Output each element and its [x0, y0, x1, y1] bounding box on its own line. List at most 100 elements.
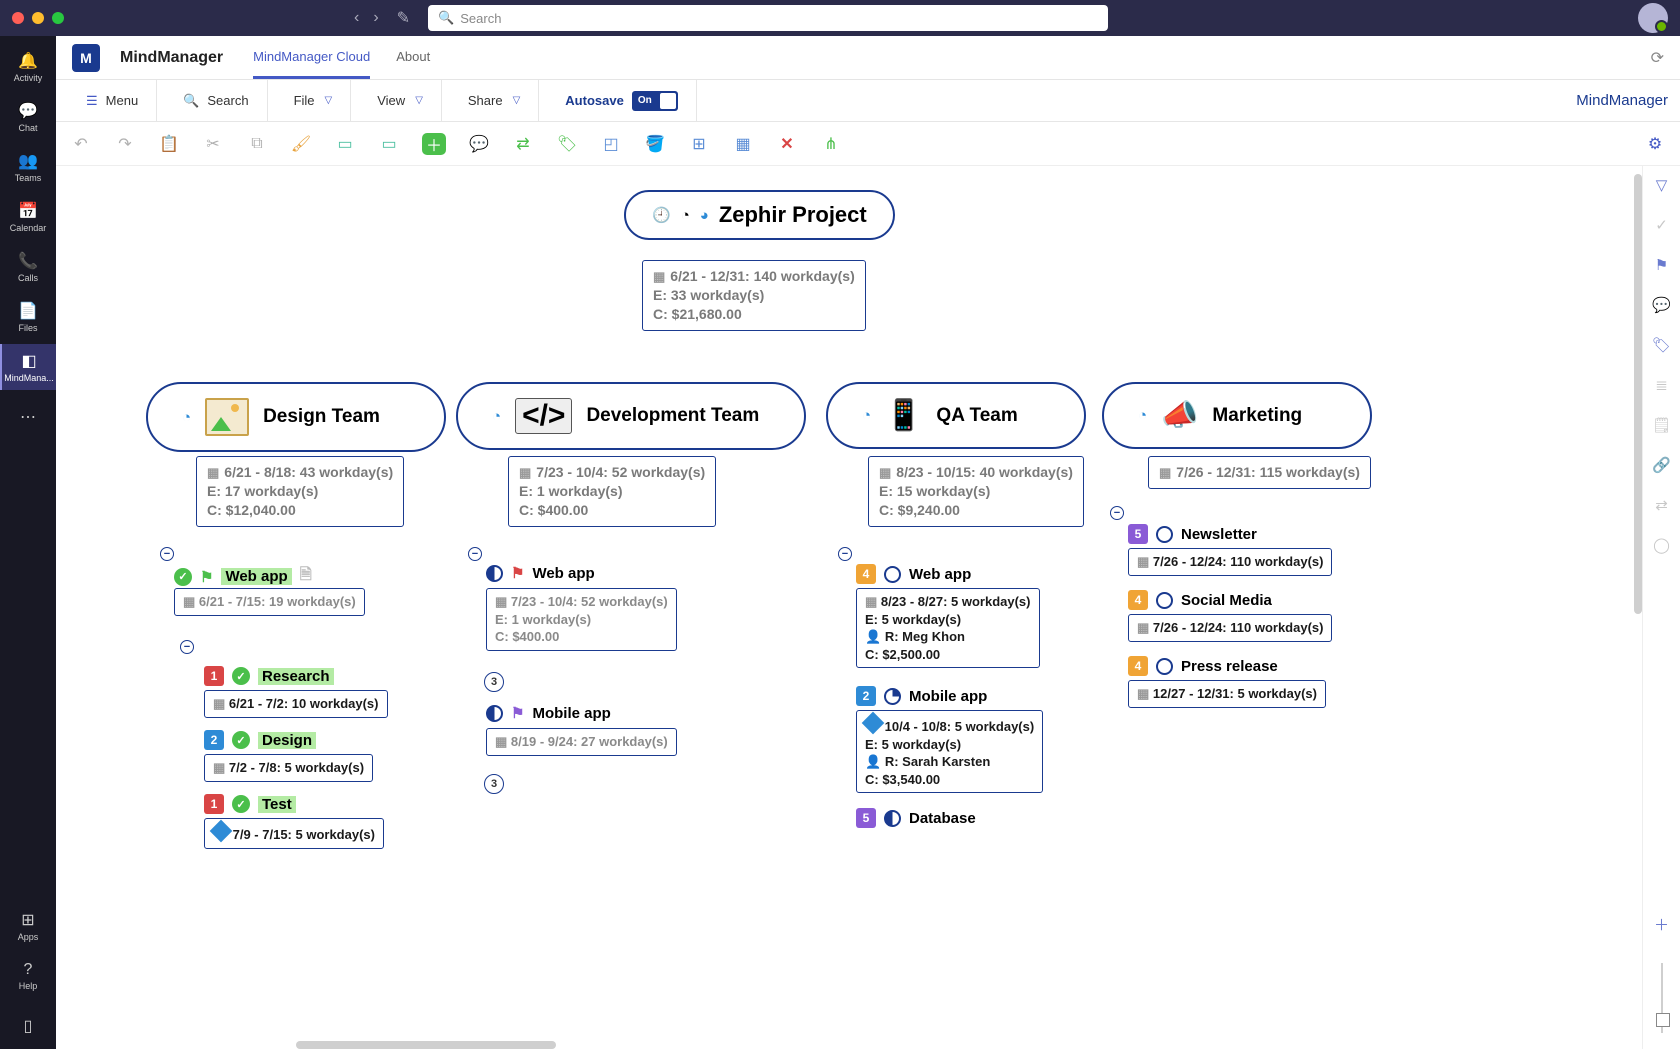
branch-dev[interactable]: ◔ </> Development Team [456, 382, 806, 450]
ribbon-search-button[interactable]: 🔍Search [165, 80, 267, 121]
share-menu[interactable]: Share▽ [450, 80, 539, 121]
task-test[interactable]: 1 ✓ Test [204, 794, 296, 814]
add-topic-icon[interactable]: ＋ [422, 133, 446, 155]
filter-icon[interactable]: ▽ [1656, 176, 1668, 194]
rail-mindmanager[interactable]: ◧MindMana... [0, 344, 56, 390]
task-social[interactable]: 4 Social Media [1128, 590, 1272, 610]
table-icon[interactable]: ▦ [732, 133, 754, 155]
tag-panel-icon[interactable]: 🏷 [1652, 336, 1671, 354]
note-panel-icon[interactable]: 🗒 [1652, 416, 1671, 434]
collapse-button[interactable]: − [1110, 506, 1124, 520]
task-qa-database[interactable]: 5 Database [856, 808, 976, 828]
topic-icon[interactable]: ▭ [334, 133, 356, 155]
settings-icon[interactable]: ⚙ [1644, 133, 1666, 155]
mkt-details: ▦7/26 - 12/31: 115 workday(s) [1148, 456, 1371, 489]
autosave-toggle[interactable]: Autosave On [547, 80, 697, 121]
window-controls[interactable] [12, 12, 64, 24]
rail-help[interactable]: ?Help [0, 953, 56, 999]
nav-forward-icon[interactable]: › [373, 9, 378, 27]
menu-button[interactable]: ☰Menu [68, 80, 157, 121]
task-detail: ▦ 7/2 - 7/8: 5 workday(s) [204, 754, 373, 782]
insert-icon[interactable]: ⊞ [688, 133, 710, 155]
undo-icon[interactable]: ↶ [70, 133, 92, 155]
copy-icon[interactable]: ⧉ [246, 133, 268, 155]
horizontal-scrollbar[interactable] [296, 1041, 556, 1049]
more-icon: ⋯ [20, 407, 36, 427]
compose-icon[interactable]: ✎ [397, 8, 410, 28]
task-icon[interactable]: ⇄ [1655, 496, 1668, 514]
redo-icon[interactable]: ↷ [114, 133, 136, 155]
check-icon[interactable]: ✓ [1655, 216, 1668, 234]
fill-icon[interactable]: 🪣 [644, 133, 666, 155]
collapse-button[interactable]: − [468, 547, 482, 561]
tab-about[interactable]: About [396, 37, 430, 79]
subtopic-icon[interactable]: ▭ [378, 133, 400, 155]
rail-more[interactable]: ⋯ [0, 394, 56, 440]
rail-teams[interactable]: 👥Teams [0, 144, 56, 190]
rail-calls[interactable]: 📞Calls [0, 244, 56, 290]
progress-qtr-icon [884, 688, 901, 705]
task-qa-webapp[interactable]: 4 Web app [856, 564, 971, 584]
boundary-icon[interactable]: ◰ [600, 133, 622, 155]
search-input[interactable]: 🔍 Search [428, 5, 1108, 31]
nav-back-icon[interactable]: ‹ [354, 9, 359, 27]
task-design[interactable]: 2 ✓ Design [204, 730, 316, 750]
callout-icon[interactable]: 💬 [468, 133, 490, 155]
link-icon[interactable]: 🔗 [1652, 456, 1671, 474]
task-dev-webapp[interactable]: ⚑ Web app [486, 564, 595, 582]
branch-mkt[interactable]: ◔ 📣 Marketing [1102, 382, 1372, 449]
collapse-button[interactable]: − [160, 547, 174, 561]
app-title: MindManager [120, 49, 223, 67]
marketing-icon: 📣 [1161, 398, 1198, 433]
task-detail: ▦ 6/21 - 7/15: 19 workday(s) [174, 588, 365, 616]
qa-team-icon: 📱 [885, 398, 922, 433]
zoom-slider[interactable] [1661, 963, 1663, 1033]
root-node[interactable]: 🕘 ◔ ◕ Zephir Project [624, 190, 895, 240]
paste-icon[interactable]: 📋 [158, 133, 180, 155]
rail-device[interactable]: ▯ [0, 1003, 56, 1049]
task-newsletter[interactable]: 5 Newsletter [1128, 524, 1257, 544]
rail-chat[interactable]: 💬Chat [0, 94, 56, 140]
task-qa-mobile[interactable]: 2 Mobile app [856, 686, 987, 706]
task-detail: 10/4 - 10/8: 5 workday(s) E: 5 workday(s… [856, 710, 1043, 793]
collapse-button[interactable]: − [180, 640, 194, 654]
task-design-webapp[interactable]: ✓ ⚑ Web app 🗎 [174, 564, 312, 589]
flag-icon[interactable]: ⚑ [1655, 256, 1668, 274]
brand-label: MindManager [1576, 92, 1668, 109]
calendar-icon: 📅 [18, 201, 38, 221]
person-icon: 👤 [865, 629, 881, 644]
share-link-icon[interactable]: ⋔ [820, 133, 842, 155]
child-count[interactable]: 3 [484, 774, 504, 794]
format-painter-icon[interactable]: 🖌 [290, 133, 312, 155]
rail-apps[interactable]: ⊞Apps [0, 903, 56, 949]
vertical-scrollbar[interactable] [1634, 174, 1642, 614]
list-icon[interactable]: ≣ [1655, 376, 1668, 394]
connectors [56, 166, 356, 316]
branch-design[interactable]: ◔ Design Team [146, 382, 446, 452]
progress-half-icon [486, 705, 503, 722]
attach-icon[interactable]: ◯ [1653, 536, 1670, 554]
file-menu[interactable]: File▽ [276, 80, 352, 121]
delete-icon[interactable]: ✕ [776, 133, 798, 155]
comment-icon[interactable]: 💬 [1652, 296, 1671, 314]
mindmap-canvas[interactable]: 🕘 ◔ ◕ Zephir Project ▦6/21 - 12/31: 140 … [56, 166, 1642, 1049]
task-press[interactable]: 4 Press release [1128, 656, 1278, 676]
child-count[interactable]: 3 [484, 672, 504, 692]
mindmanager-logo-icon: M [72, 44, 100, 72]
toggle-on[interactable]: On [632, 91, 678, 111]
relationship-icon[interactable]: ⇄ [512, 133, 534, 155]
rail-files[interactable]: 📄Files [0, 294, 56, 340]
rail-activity[interactable]: 🔔Activity [0, 44, 56, 90]
task-dev-mobile[interactable]: ⚑ Mobile app [486, 704, 611, 722]
branch-qa[interactable]: ◔ 📱 QA Team [826, 382, 1086, 449]
avatar[interactable] [1638, 3, 1668, 33]
zoom-plus-icon[interactable]: ＋ [1654, 914, 1669, 935]
cut-icon[interactable]: ✂ [202, 133, 224, 155]
reload-icon[interactable]: ⟳ [1651, 48, 1664, 68]
view-menu[interactable]: View▽ [359, 80, 442, 121]
collapse-button[interactable]: − [838, 547, 852, 561]
tab-cloud[interactable]: MindManager Cloud [253, 37, 370, 79]
tag-icon[interactable]: 🏷 [556, 133, 578, 155]
task-research[interactable]: 1 ✓ Research [204, 666, 334, 686]
rail-calendar[interactable]: 📅Calendar [0, 194, 56, 240]
